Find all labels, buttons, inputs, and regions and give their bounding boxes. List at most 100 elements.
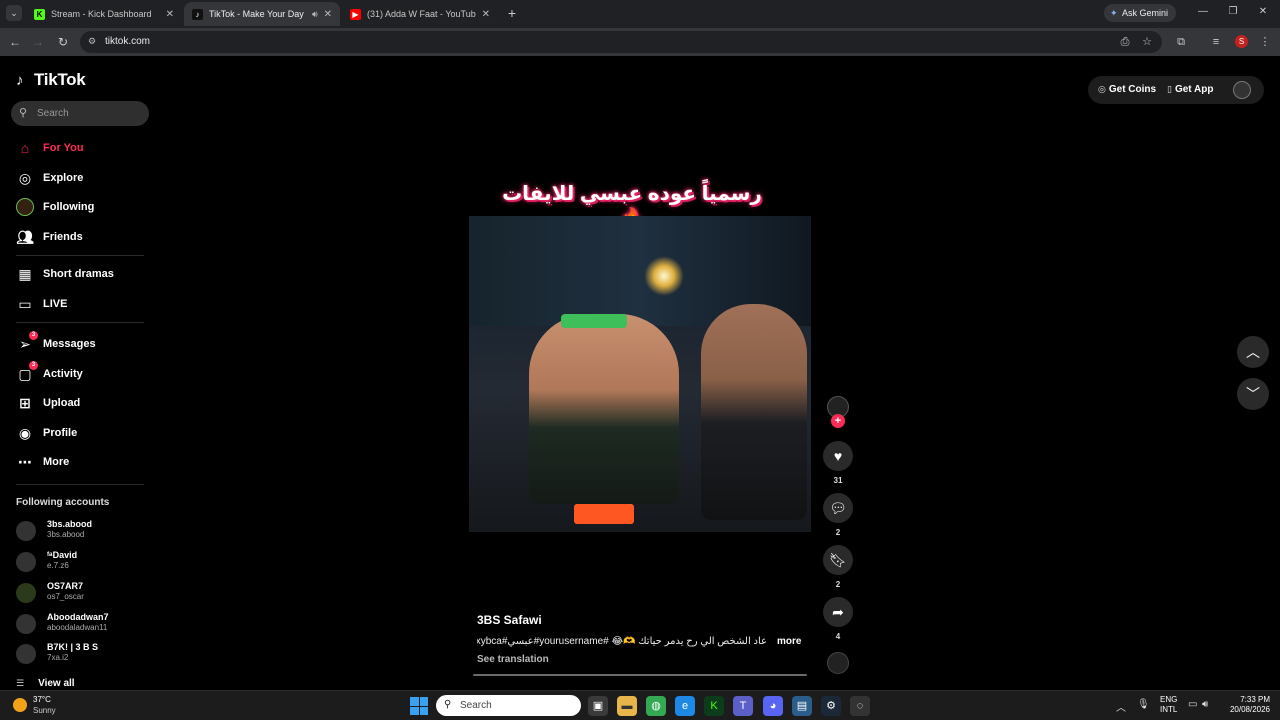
following-account-item[interactable]: Aboodadwan7 aboodaladwan11 <box>16 610 146 636</box>
close-tab-icon[interactable]: ✕ <box>482 9 490 20</box>
music-disc-icon[interactable] <box>827 652 849 674</box>
clock[interactable]: 7:33 PM 20/08/2026 <box>1222 695 1270 715</box>
nav-upload[interactable]: ⊞ Upload <box>16 392 80 414</box>
chrome-icon[interactable]: ◍ <box>646 696 666 716</box>
view-all-link[interactable]: ☰ View all <box>16 678 75 689</box>
nav-following[interactable]: Following <box>16 196 94 218</box>
see-translation-link[interactable]: See translation <box>477 654 549 665</box>
tiktok-logo[interactable]: ♪ TikTok <box>16 70 86 90</box>
account-handle: aboodaladwan11 <box>47 623 108 632</box>
back-arrow-icon[interactable]: ← <box>7 34 23 50</box>
video-person-right <box>701 304 807 520</box>
discord-icon[interactable]: ◕ <box>763 696 783 716</box>
teams-icon[interactable]: T <box>733 696 753 716</box>
kebab-menu-icon[interactable]: ⋮ <box>1257 34 1273 50</box>
display-icon[interactable]: ▭ <box>1188 699 1197 710</box>
restore-icon[interactable]: ❐ <box>1225 6 1241 17</box>
nav-friends[interactable]: 👥︎ Friends <box>16 226 83 248</box>
following-account-item[interactable]: B7K! | 3 B S 7xa.i2 <box>16 640 146 666</box>
forward-arrow-icon[interactable]: → <box>30 34 46 50</box>
share-count: 4 <box>835 632 841 641</box>
steam-icon[interactable]: ⚙ <box>821 696 841 716</box>
comment-count: 2 <box>835 528 841 537</box>
edge-icon[interactable]: e <box>675 696 695 716</box>
speaker-icon[interactable]: 🔊︎ <box>312 9 318 20</box>
following-account-item[interactable]: 3bs.abood 3bs.abood <box>16 517 146 543</box>
user-avatar[interactable] <box>1233 81 1251 99</box>
nav-label: Short dramas <box>43 268 114 280</box>
nav-messages[interactable]: ➢ 3 Messages <box>16 331 96 355</box>
weather-temperature: 37°C <box>33 695 51 704</box>
window-app-icon[interactable]: ▤ <box>792 696 812 716</box>
new-tab-plus-icon[interactable]: + <box>504 4 520 22</box>
avatar <box>16 583 36 603</box>
nav-divider <box>16 322 144 323</box>
video-creator-name[interactable]: 3BS Safawi <box>477 613 542 627</box>
like-heart-icon[interactable]: ♥ <box>823 441 853 471</box>
following-account-item[interactable]: OS7AR7 os7_oscar <box>16 579 146 605</box>
close-tab-icon[interactable]: ✕ <box>324 9 332 20</box>
obs-icon[interactable]: ◌ <box>850 696 870 716</box>
video-progress-bar[interactable] <box>473 674 807 676</box>
bookmark-star-icon[interactable]: ☆ <box>1139 34 1155 50</box>
avatar <box>16 644 36 664</box>
tab-label: (31) Adda W Faat - YouTube <box>367 9 476 19</box>
follow-plus-icon[interactable]: + <box>831 414 845 428</box>
previous-video-chevron-up-icon[interactable]: ︿ <box>1237 336 1269 368</box>
ask-gemini-button[interactable]: ✦ Ask Gemini <box>1104 4 1176 22</box>
tab-kick-dashboard[interactable]: K Stream - Kick Dashboard ✕ <box>26 2 182 26</box>
tab-youtube[interactable]: ▶ (31) Adda W Faat - YouTube ✕ <box>342 2 498 26</box>
nav-more[interactable]: ⋯ More <box>16 451 69 473</box>
nav-for-you[interactable]: ⌂ For You <box>16 137 84 159</box>
windows-start-icon[interactable] <box>410 697 428 715</box>
site-info-icon[interactable]: ⚙ <box>88 36 96 47</box>
avatar <box>16 552 36 572</box>
nav-profile[interactable]: ◉ Profile <box>16 422 77 444</box>
install-app-icon[interactable]: ⎙ <box>1117 34 1133 50</box>
bookmark-icon[interactable]: 🔖︎ <box>823 545 853 575</box>
url-text: tiktok.com <box>105 36 151 47</box>
taskbar-search-input[interactable]: ⚲ Search <box>436 695 581 716</box>
share-arrow-icon[interactable]: ➦ <box>823 597 853 627</box>
comment-icon[interactable]: 💬︎ <box>823 493 853 523</box>
address-bar[interactable]: ⚙ tiktok.com <box>80 31 1162 53</box>
get-coins-button[interactable]: ◎ Get Coins <box>1098 84 1156 95</box>
close-window-icon[interactable]: ✕ <box>1255 6 1271 17</box>
tab-label: TikTok - Make Your Day <box>209 9 304 19</box>
minimize-icon[interactable]: — <box>1195 6 1211 17</box>
close-tab-icon[interactable]: ✕ <box>166 9 174 20</box>
volume-icon[interactable]: 🔊︎ <box>1202 699 1208 710</box>
browser-toolbar: ← → ↻ ⚙ tiktok.com ⎙ ☆ ⧉ ≡ S ⋮ <box>0 28 1280 56</box>
tab-search-chevron-icon[interactable]: ⌄ <box>6 5 22 21</box>
profile-avatar[interactable]: S <box>1235 35 1248 48</box>
language-indicator[interactable]: ENG INTL <box>1160 695 1177 715</box>
following-account-item[interactable]: ᶠᵃDavid e.7.z6 <box>16 548 146 574</box>
search-input[interactable]: ⚲ Search <box>11 101 149 126</box>
more-button[interactable]: more <box>777 636 801 647</box>
kick-app-icon[interactable]: K <box>704 696 724 716</box>
extensions-icon[interactable]: ⧉ <box>1173 34 1189 50</box>
task-view-icon[interactable]: ▣ <box>588 696 608 716</box>
tab-tiktok[interactable]: ♪ TikTok - Make Your Day 🔊︎ ✕ <box>184 2 340 26</box>
file-explorer-icon[interactable]: ▬ <box>617 696 637 716</box>
live-icon: ▭ <box>18 296 32 312</box>
like-count: 31 <box>833 476 843 485</box>
nav-live[interactable]: ▭ LIVE <box>16 293 67 315</box>
get-app-button[interactable]: ▯ Get App <box>1167 84 1213 95</box>
nav-label: Messages <box>43 338 96 350</box>
sun-icon[interactable] <box>13 698 27 712</box>
reload-icon[interactable]: ↻ <box>55 34 71 50</box>
next-video-chevron-down-icon[interactable]: ﹀ <box>1237 378 1269 410</box>
messages-icon: ➢ 3 <box>16 331 38 353</box>
get-app-label: Get App <box>1174 84 1214 95</box>
video-player[interactable] <box>469 216 811 532</box>
weather-condition: Sunny <box>33 706 56 715</box>
tray-chevron-up-icon[interactable]: ︿ <box>1116 699 1126 714</box>
get-coins-label: Get Coins <box>1108 84 1157 95</box>
nav-activity[interactable]: ▢ 3 Activity <box>16 361 83 385</box>
nav-explore[interactable]: ◎ Explore <box>16 167 83 189</box>
microphone-icon[interactable]: 🎙︎ <box>1137 699 1150 710</box>
nav-short-dramas[interactable]: ▦ Short dramas <box>16 263 114 285</box>
media-controls-icon[interactable]: ≡ <box>1208 34 1224 50</box>
account-name: 3bs.abood <box>47 519 93 529</box>
